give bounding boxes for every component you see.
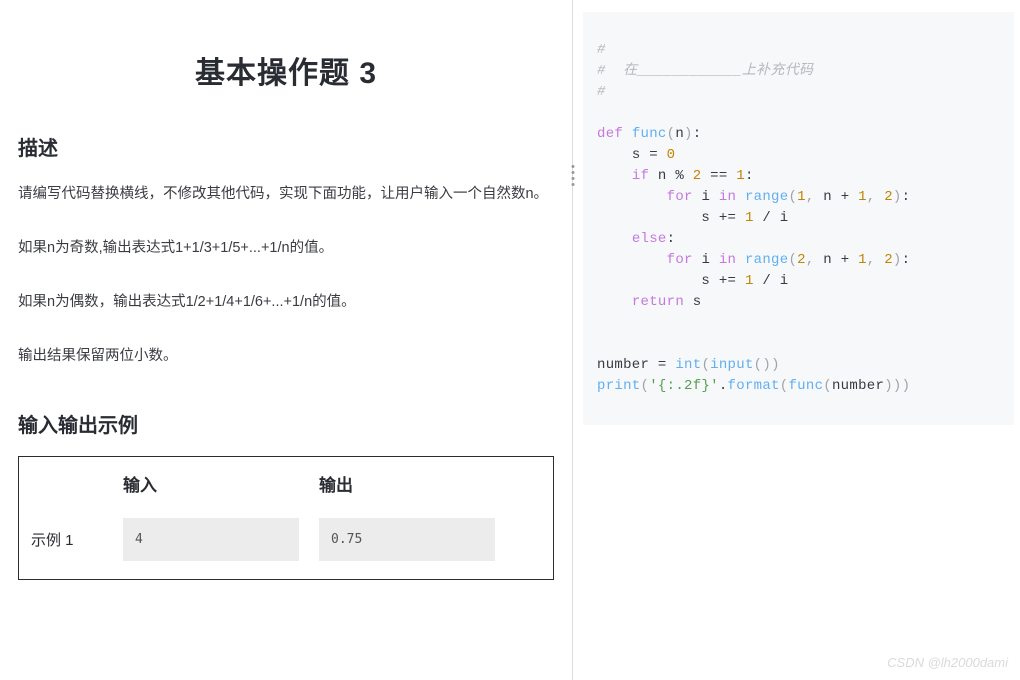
io-section: 输入输出示例 输入 输出 示例 1 4 0.75: [18, 409, 554, 580]
io-input-cell: 4: [123, 518, 299, 561]
io-heading: 输入输出示例: [18, 409, 554, 438]
io-output-cell: 0.75: [319, 518, 495, 561]
code-panel: # # 在____________上补充代码 # def func(n): s …: [573, 0, 1020, 680]
io-header-input: 输入: [123, 476, 157, 495]
code-editor[interactable]: # # 在____________上补充代码 # def func(n): s …: [583, 12, 1014, 425]
desc-p4: 输出结果保留两位小数。: [18, 341, 554, 373]
io-table: 输入 输出 示例 1 4 0.75: [18, 456, 554, 580]
io-header-output: 输出: [319, 476, 353, 495]
problem-title: 基本操作题 3: [18, 48, 554, 92]
io-header-row: 输入 输出: [19, 457, 553, 510]
io-example-label: 示例 1: [31, 529, 123, 550]
desc-p1: 请编写代码替换横线，不修改其他代码，实现下面功能，让用户输入一个自然数n。: [18, 179, 554, 211]
desc-p3: 如果n为偶数，输出表达式1/2+1/4+1/6+...+1/n的值。: [18, 287, 554, 319]
description-heading: 描述: [18, 132, 554, 161]
watermark: CSDN @lh2000dami: [887, 655, 1008, 670]
io-example-row: 示例 1 4 0.75: [19, 510, 553, 579]
problem-panel: 基本操作题 3 描述 请编写代码替换横线，不修改其他代码，实现下面功能，让用户输…: [0, 0, 573, 680]
desc-p2: 如果n为奇数,输出表达式1+1/3+1/5+...+1/n的值。: [18, 233, 554, 265]
description-body: 请编写代码替换横线，不修改其他代码，实现下面功能，让用户输入一个自然数n。 如果…: [18, 179, 554, 373]
pane-resize-handle[interactable]: [572, 165, 575, 186]
